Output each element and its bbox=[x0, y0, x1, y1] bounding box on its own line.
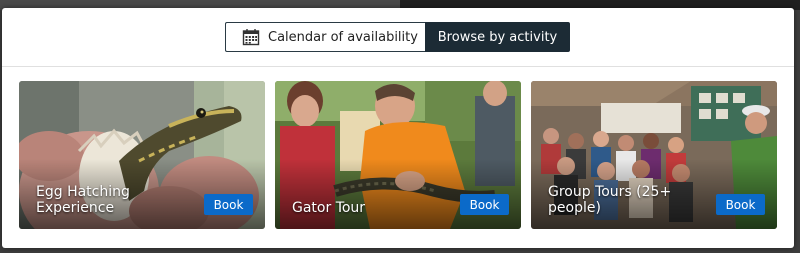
book-button[interactable]: Book bbox=[204, 194, 253, 215]
activity-title: Gator Tour bbox=[292, 200, 366, 216]
book-button[interactable]: Book bbox=[460, 194, 509, 215]
activity-title: Egg Hatching Experience bbox=[36, 184, 130, 216]
modal-header: Calendar of availability Browse by activ… bbox=[2, 8, 794, 67]
calendar-view-button[interactable]: Calendar of availability bbox=[225, 22, 425, 52]
browse-activity-label: Browse by activity bbox=[437, 29, 558, 45]
browse-activity-button[interactable]: Browse by activity bbox=[425, 22, 570, 52]
view-toggle: Calendar of availability Browse by activ… bbox=[225, 22, 570, 52]
calendar-view-label: Calendar of availability bbox=[268, 29, 418, 45]
activity-card-group-tours[interactable]: Group Tours (25+ people) Book bbox=[531, 81, 777, 229]
activity-modal: Calendar of availability Browse by activ… bbox=[2, 8, 794, 248]
activity-cards: Egg Hatching Experience Book Gator Tour … bbox=[19, 81, 777, 229]
activity-title: Group Tours (25+ people) bbox=[548, 184, 672, 216]
calendar-icon bbox=[242, 29, 260, 46]
activity-card-egg-hatching[interactable]: Egg Hatching Experience Book bbox=[19, 81, 265, 229]
activity-card-gator-tour[interactable]: Gator Tour Book bbox=[275, 81, 521, 229]
book-button[interactable]: Book bbox=[716, 194, 765, 215]
